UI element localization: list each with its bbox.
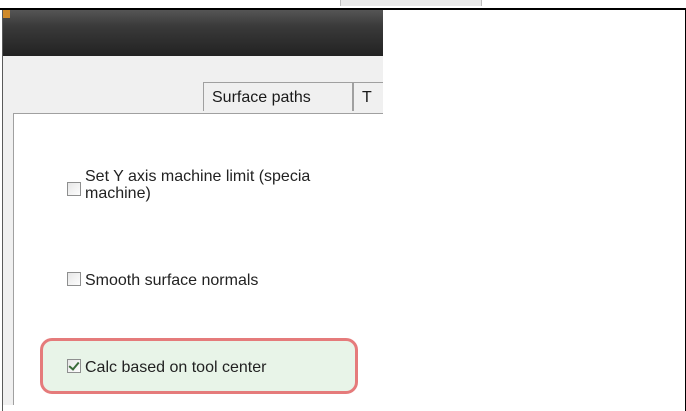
tab-surface-paths[interactable]: Surface paths xyxy=(203,82,353,111)
dialog-window: Surface paths T Set Y axis machine limit… xyxy=(2,10,383,411)
top-strip xyxy=(340,0,482,6)
panel-bottom xyxy=(3,405,383,411)
option-smooth-normals[interactable]: Smooth surface normals xyxy=(67,272,258,290)
y-axis-limit-label-line1: Set Y axis machine limit (specia xyxy=(85,168,311,185)
tab-strip: Surface paths T xyxy=(3,82,383,114)
calc-tool-center-label: Calc based on tool center xyxy=(85,359,267,376)
option-calc-tool-center[interactable]: Calc based on tool center xyxy=(67,359,266,377)
option-y-axis-limit[interactable]: Set Y axis machine limit (specia machine… xyxy=(67,168,310,202)
y-axis-limit-label-line2: machine) xyxy=(85,185,151,202)
calc-tool-center-checkbox[interactable] xyxy=(67,359,81,373)
title-bar xyxy=(3,10,383,56)
smooth-normals-label: Smooth surface normals xyxy=(85,272,259,289)
top-border xyxy=(0,0,686,10)
tab-next[interactable]: T xyxy=(353,82,383,111)
y-axis-limit-checkbox[interactable] xyxy=(67,182,81,196)
y-axis-limit-label: Set Y axis machine limit (specia machine… xyxy=(85,168,310,202)
smooth-normals-checkbox[interactable] xyxy=(67,272,81,286)
window-icon xyxy=(3,10,10,18)
